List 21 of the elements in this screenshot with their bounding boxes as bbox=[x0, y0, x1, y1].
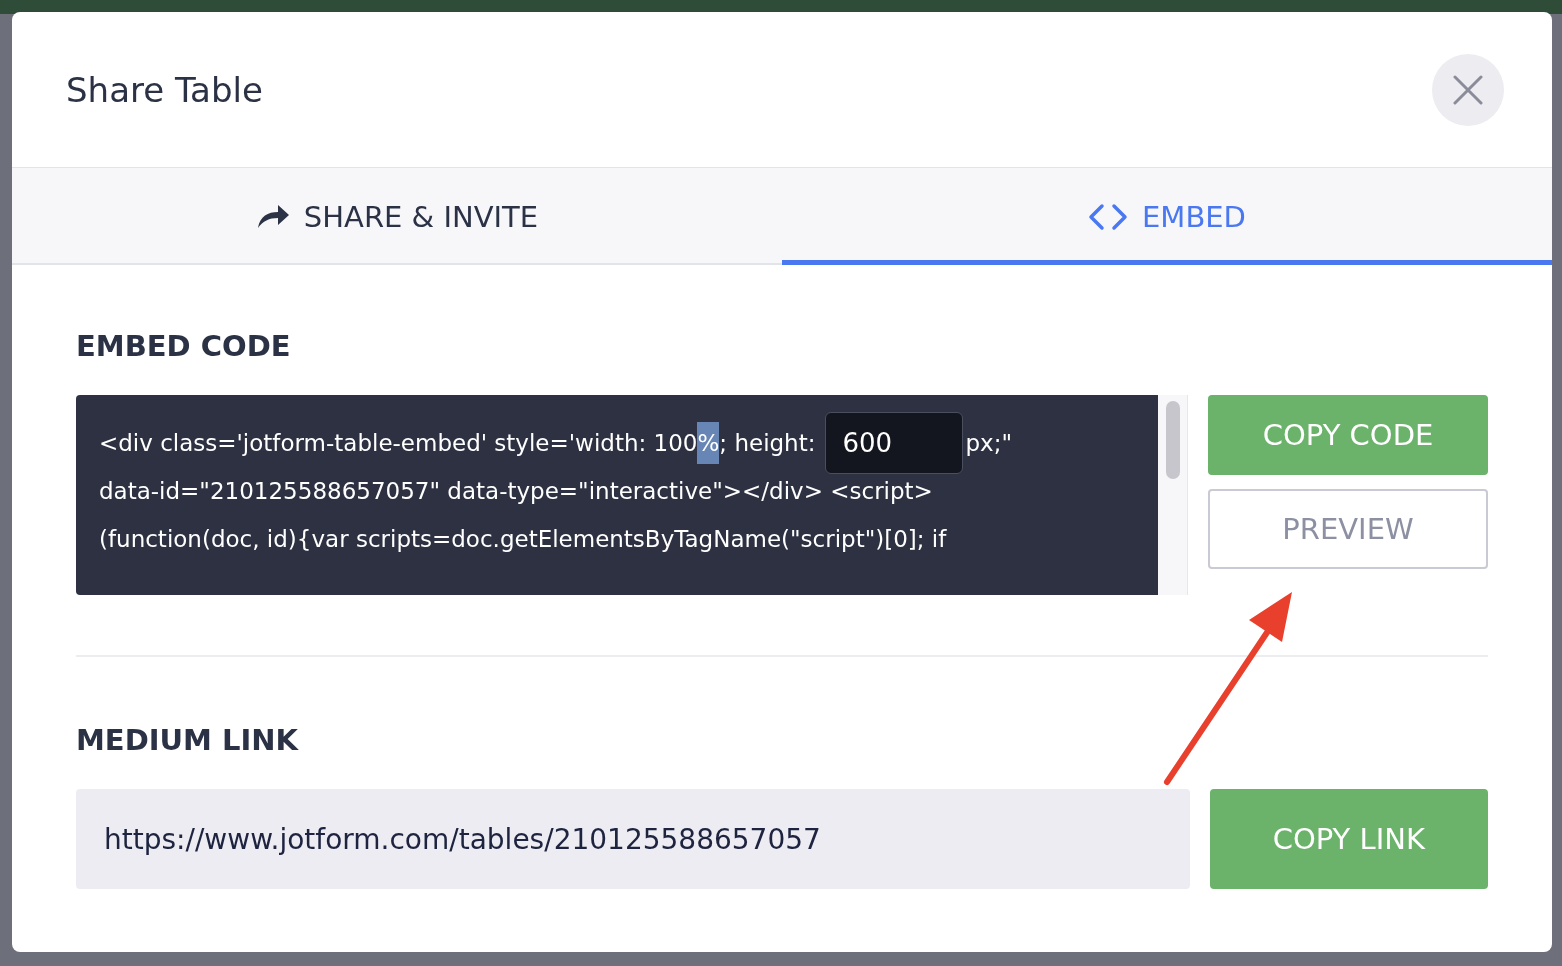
scrollbar-thumb[interactable] bbox=[1165, 401, 1180, 479]
copy-button[interactable]: COPY CODE bbox=[1208, 395, 1488, 475]
preview-button[interactable]: PREVIEW bbox=[1208, 489, 1488, 569]
section-heading: EMBED CODE bbox=[76, 329, 292, 363]
tab[interactable]: EMBED bbox=[782, 168, 1552, 265]
close-icon bbox=[1453, 74, 1483, 105]
copy-link-button[interactable]: COPY LINK bbox=[1209, 789, 1488, 889]
code-text: <div class='jotform-table-embed' style='width: 100 bbox=[99, 430, 698, 456]
selected-text: % bbox=[697, 422, 720, 464]
height-input[interactable]: 600 bbox=[825, 412, 964, 474]
code-icon bbox=[1088, 202, 1129, 231]
dialog-title: Share Table bbox=[66, 69, 263, 110]
code-text: ; height: bbox=[719, 430, 816, 456]
share-arrow-icon bbox=[255, 203, 290, 230]
code-text: (function(doc, id){var scripts=doc.getElementsByTagName("script")[0]; if bbox=[99, 526, 947, 552]
code-text: data-id="210125588657057" data-type="interactive"></div> <script> bbox=[99, 478, 933, 504]
scrollbar[interactable] bbox=[1158, 395, 1188, 595]
tab[interactable]: SHARE & INVITE bbox=[12, 168, 782, 265]
code-text: px;" bbox=[965, 430, 1012, 456]
section-heading: MEDIUM LINK bbox=[76, 723, 300, 757]
link-field[interactable]: https://www.jotform.com/tables/210125588657057 bbox=[76, 789, 1190, 889]
